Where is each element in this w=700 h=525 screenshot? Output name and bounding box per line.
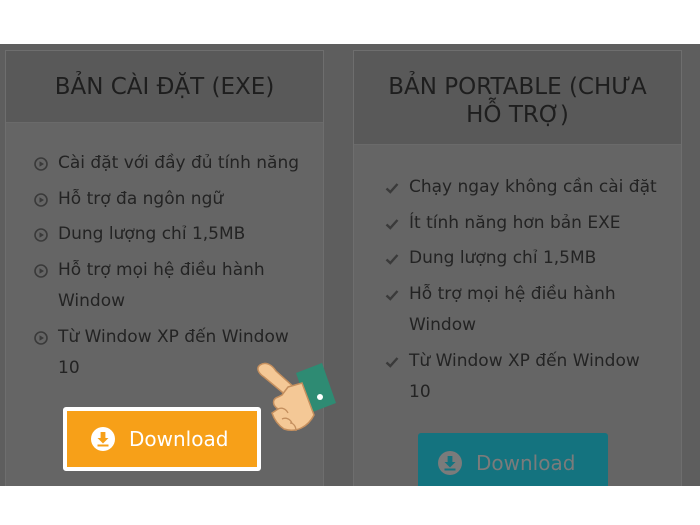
feature-text: Dung lượng chỉ 1,5MB: [409, 248, 597, 268]
list-item: Hỗ trợ đa ngôn ngữ: [34, 184, 309, 216]
download-label: Download: [129, 427, 229, 451]
download-icon: [438, 451, 462, 475]
portable-card-title: BẢN PORTABLE (CHƯA HỖ TRỢ): [354, 51, 681, 145]
list-item: Hỗ trợ mọi hệ điều hành Window: [385, 279, 660, 342]
feature-text: Hỗ trợ mọi hệ điều hành Window: [409, 283, 616, 336]
circle-play-icon: [34, 157, 48, 171]
check-icon: [385, 183, 399, 194]
list-item: Dung lượng chỉ 1,5MB: [34, 219, 309, 251]
circle-play-icon: [34, 330, 48, 345]
portable-card: BẢN PORTABLE (CHƯA HỖ TRỢ) Chạy ngay khô…: [353, 50, 682, 486]
download-icon: [91, 427, 115, 451]
feature-text: Hỗ trợ đa ngôn ngữ: [58, 188, 224, 209]
feature-text: Từ Window XP đến Window 10: [409, 350, 640, 403]
list-item: Dung lượng chỉ 1,5MB: [385, 243, 660, 275]
check-icon: [385, 356, 399, 368]
feature-text: Cài đặt với đầy đủ tính năng: [58, 153, 300, 173]
feature-text: Chạy ngay không cần cài đặt: [409, 177, 657, 197]
check-icon: [385, 289, 399, 301]
list-item: Cài đặt với đầy đủ tính năng: [34, 148, 309, 180]
dimmed-download-page: BẢN CÀI ĐẶT (EXE) Cài đặt với đầy đủ tín…: [0, 44, 700, 486]
download-label: Download: [476, 451, 576, 475]
feature-text: Ít tính năng hơn bản EXE: [409, 212, 621, 233]
feature-text: Dung lượng chỉ 1,5MB: [58, 224, 246, 244]
circle-play-icon: [34, 263, 48, 278]
installer-card-title: BẢN CÀI ĐẶT (EXE): [6, 51, 323, 123]
check-icon: [385, 218, 399, 230]
circle-play-icon: [34, 192, 48, 207]
portable-feature-list: Chạy ngay không cần cài đặt Ít tính năng…: [385, 172, 660, 413]
list-item: Ít tính năng hơn bản EXE: [385, 208, 660, 240]
portable-download-button[interactable]: Download: [418, 433, 608, 486]
installer-download-button[interactable]: Download: [63, 407, 261, 471]
pointing-hand-icon: [257, 362, 336, 432]
list-item: Chạy ngay không cần cài đặt: [385, 172, 660, 204]
circle-play-icon: [34, 228, 48, 242]
check-icon: [385, 254, 399, 265]
installer-feature-list: Cài đặt với đầy đủ tính năng Hỗ trợ đa n…: [34, 148, 309, 389]
list-item: Từ Window XP đến Window 10: [385, 346, 660, 409]
list-item: Hỗ trợ mọi hệ điều hành Window: [34, 255, 309, 318]
feature-text: Hỗ trợ mọi hệ điều hành Window: [58, 259, 265, 312]
